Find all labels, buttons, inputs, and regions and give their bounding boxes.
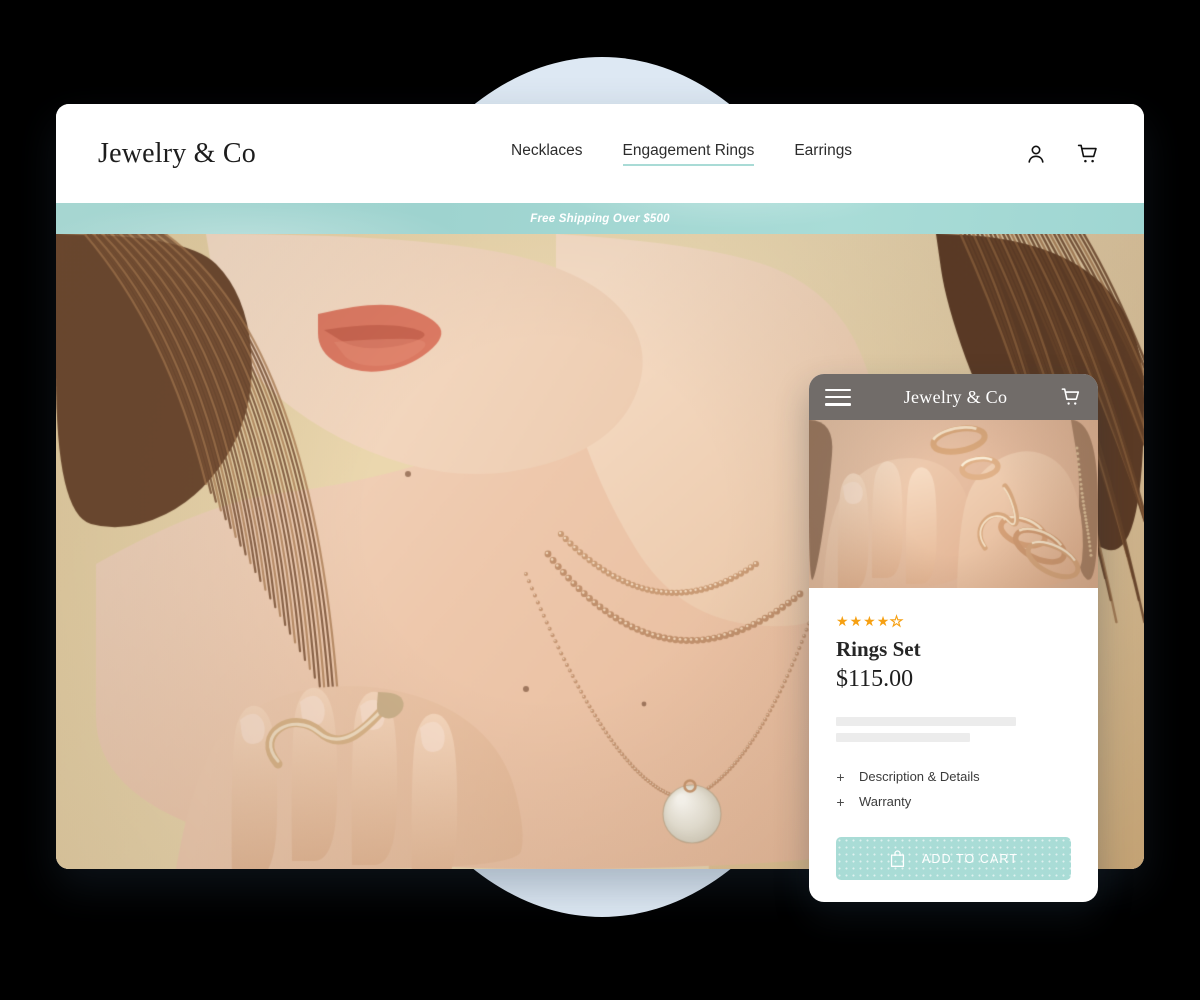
star-filled-1: ★ [836,613,849,629]
announcement-bar: Free Shipping Over $500 [56,203,1144,234]
mobile-brand-logo[interactable]: Jewelry & Co [851,387,1060,408]
product-photo-canvas [809,420,1098,588]
accordion-label: Warranty [859,794,912,809]
star-filled-2: ★ [849,613,863,629]
accordion-description-details[interactable]: + Description & Details [836,764,1071,789]
cart-icon[interactable] [1060,386,1082,408]
product-price: $115.00 [836,666,914,692]
cart-icon[interactable] [1076,142,1100,166]
accordion-list: + Description & Details + Warranty [836,764,1071,814]
add-to-cart-label: ADD TO CART [921,851,1019,866]
add-to-cart-button[interactable]: ADD TO CART [836,837,1071,880]
product-title: Rings Set [836,637,921,661]
site-header: Jewelry & Co Necklaces Engagement Rings … [56,104,1144,203]
announcement-text: Free Shipping Over $500 [530,212,670,225]
plus-icon: + [836,793,845,810]
main-navigation: Necklaces Engagement Rings Earrings [511,104,852,203]
product-image [809,420,1098,588]
description-placeholder-line-2 [836,733,970,742]
nav-item-earrings[interactable]: Earrings [794,142,852,166]
product-info: ★ ★ ★ ★ ★ Rings Set $115.00 + Descriptio… [809,613,1098,814]
star-empty-5: ★ [890,613,904,629]
account-icon[interactable] [1024,142,1048,166]
mobile-header: Jewelry & Co [809,374,1098,420]
brand-logo[interactable]: Jewelry & Co [98,138,256,170]
mobile-product-card: Jewelry & Co ★ ★ ★ ★ ★ Rings Set $115.00… [809,374,1098,902]
star-rating: ★ ★ ★ ★ ★ [836,613,1071,629]
nav-item-engagement-rings[interactable]: Engagement Rings [622,142,754,166]
plus-icon: + [836,768,845,785]
star-filled-4: ★ [876,613,890,629]
description-placeholder-line-1 [836,717,1016,726]
shopping-bag-icon [890,850,905,867]
star-filled-3: ★ [863,613,876,629]
accordion-label: Description & Details [859,769,980,784]
accordion-warranty[interactable]: + Warranty [836,789,1071,814]
nav-item-necklaces[interactable]: Necklaces [511,142,583,166]
hamburger-icon[interactable] [825,388,851,406]
header-actions [1024,104,1100,203]
